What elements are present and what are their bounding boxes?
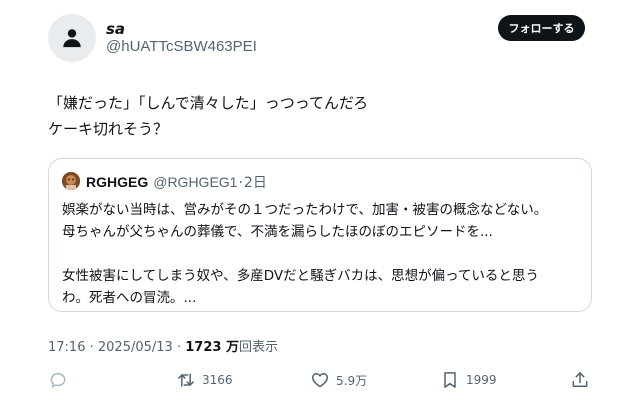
- quoted-author-avatar: [62, 172, 80, 190]
- tweet-line: 「嫌だった」「しんで清々した」っつってんだろ: [48, 94, 369, 112]
- share-icon: [572, 372, 588, 387]
- bookmark-icon: [444, 372, 456, 388]
- follow-button[interactable]: フォローする: [498, 15, 585, 41]
- views-label: 回表示: [238, 340, 278, 355]
- quoted-tweet-header: RGHGEG @RGHGEG1 · 2日: [86, 172, 267, 192]
- reply-button[interactable]: [48, 366, 68, 394]
- like-button[interactable]: 5.9万: [310, 366, 367, 394]
- heart-icon: [311, 373, 329, 388]
- separator-dot: ·: [89, 340, 94, 355]
- tweet-line: ケーキ切れそう？: [48, 120, 169, 138]
- quoted-tweet-date: 2日: [243, 175, 267, 191]
- avatar-image-icon: [62, 172, 80, 190]
- author-handle[interactable]: @hUATTcSBW463PEI: [106, 38, 257, 55]
- quoted-tweet-line: 女性被害にしてしまう奴や、多産DVだと騒ぎバカは、思想が偏っていると思う: [62, 268, 539, 284]
- tweet-time[interactable]: 17:16: [48, 340, 85, 355]
- author-display-name[interactable]: sa: [106, 20, 125, 38]
- quoted-author-handle: @RGHGEG1: [153, 174, 238, 190]
- bookmark-count: 1999: [466, 373, 497, 387]
- quoted-author-name: RGHGEG: [86, 174, 149, 190]
- quoted-tweet-text: 娯楽がない当時は、営みがその１つだったわけで、加害・被害の概念などない。 母ちゃ…: [62, 199, 547, 309]
- retweet-icon: [178, 373, 194, 387]
- views-count: 1723 万: [185, 340, 239, 355]
- reply-icon: [50, 372, 66, 389]
- quoted-tweet-line: 母ちゃんが父ちゃんの葬儀で、不満を漏らしたほのぼのエピソードを...: [62, 224, 493, 240]
- separator-dot: ·: [176, 340, 182, 355]
- tweet-meta: 17:16 · 2025/05/13 · 1723 万回表示: [48, 336, 278, 355]
- tweet-date[interactable]: 2025/05/13: [98, 340, 173, 355]
- action-bar: 3166 5.9万 1999: [48, 366, 592, 396]
- retweet-button[interactable]: 3166: [176, 366, 233, 394]
- retweet-count: 3166: [202, 373, 233, 387]
- separator-dot: ·: [238, 175, 243, 191]
- quoted-tweet-line: 娯楽がない当時は、営みがその１つだったわけで、加害・被害の概念などない。: [62, 202, 548, 218]
- author-avatar[interactable]: [48, 14, 96, 62]
- quoted-tweet-card[interactable]: RGHGEG @RGHGEG1 · 2日 娯楽がない当時は、営みがその１つだった…: [48, 158, 592, 312]
- default-user-icon: [63, 29, 81, 48]
- quoted-tweet-line: わ。死者への冒涜。...: [62, 290, 197, 306]
- like-count: 5.9万: [336, 373, 368, 388]
- share-button[interactable]: [570, 366, 590, 394]
- bookmark-button[interactable]: 1999: [440, 366, 497, 394]
- tweet-page: sa @hUATTcSBW463PEI フォローする 「嫌だった」「しんで清々し…: [0, 0, 640, 403]
- tweet-text: 「嫌だった」「しんで清々した」っつってんだろ ケーキ切れそう？: [48, 90, 368, 142]
